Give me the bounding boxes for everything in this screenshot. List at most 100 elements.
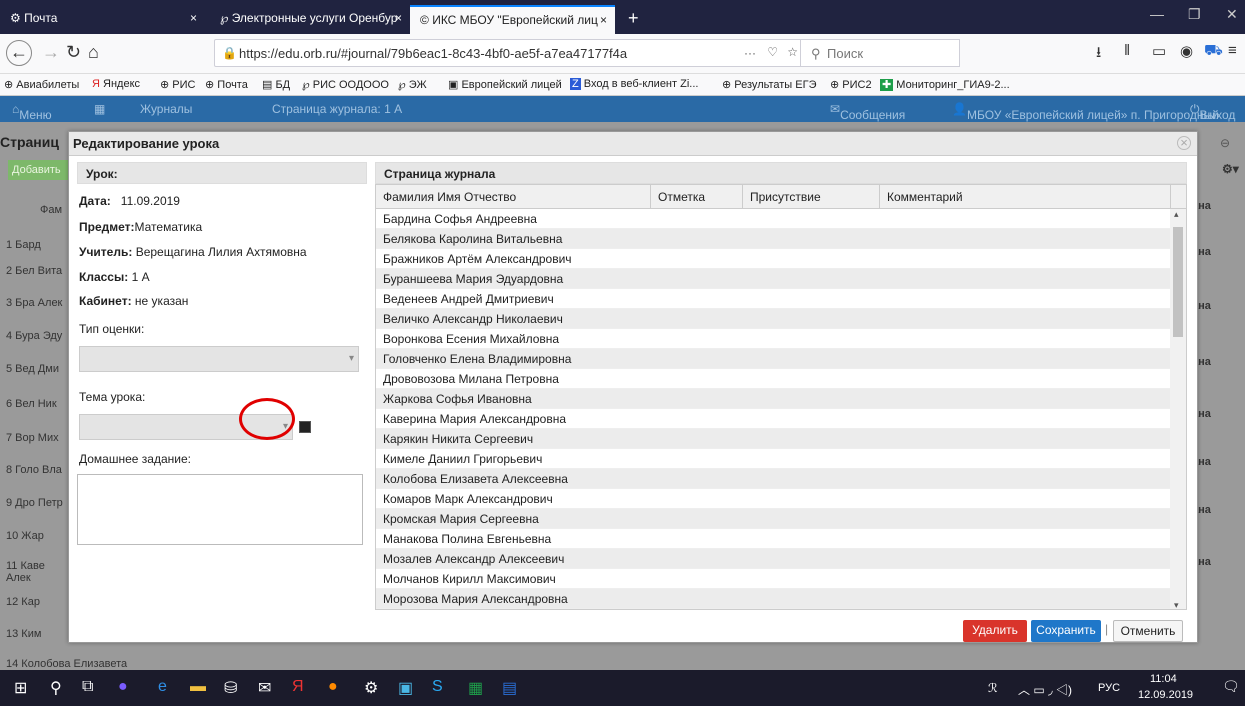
back-icon[interactable]: ← [6,40,32,66]
bookmark-item[interactable]: ⊕ Результаты ЕГЭ [722,78,816,91]
explorer-icon[interactable]: ▬ [190,678,206,696]
language-indicator[interactable]: РУС [1098,682,1120,694]
bookmark-item[interactable]: ⊕ РИС2 [830,78,872,91]
table-row[interactable]: Дрововозова Милана Петровна [376,369,1171,389]
homework-textarea[interactable] [77,474,363,545]
home-icon[interactable]: ⌂ [88,42,99,63]
bookmark-item[interactable]: ▤ БД [262,78,290,91]
table-row[interactable]: Колобова Елизавета Алексеевна [376,469,1171,489]
pocket-icon[interactable]: ♡ [767,45,778,59]
app-icon[interactable]: ▣ [398,678,413,698]
cart-icon[interactable]: ⛟ [1204,42,1223,61]
library-icon[interactable]: ‖ [1124,42,1130,59]
column-header[interactable]: Присутствие [743,185,880,209]
logout-link[interactable]: ⏻ Выход [1190,102,1235,122]
chevron-up-icon[interactable]: ▴ [1174,209,1179,220]
mail-icon[interactable]: ✉ [258,678,271,698]
word-icon[interactable]: ▤ [502,678,517,698]
column-header[interactable]: Комментарий [880,185,1171,209]
bookmark-item[interactable]: Z Вход в веб-клиент Zi... [570,78,698,90]
reload-icon[interactable]: ↻ [66,42,81,63]
column-header[interactable]: Отметка [651,185,743,209]
collapse-icon[interactable]: ⊖ [1220,136,1230,150]
star-icon[interactable]: ☆ [787,45,798,59]
table-row[interactable]: Молчанов Кирилл Максимович [376,569,1171,589]
table-row[interactable]: Белякова Каролина Витальевна [376,229,1171,249]
edge-icon[interactable]: e [158,678,167,696]
table-row[interactable]: Величко Александр Николаевич [376,309,1171,329]
table-row[interactable]: Кромская Мария Сергеевна [376,509,1171,529]
alice-icon[interactable]: ● [118,678,128,696]
scrollbar[interactable]: ▴ ▾ [1170,209,1186,609]
table-row[interactable]: Манакова Полина Евгеньевна [376,529,1171,549]
close-icon[interactable]: × [600,7,607,34]
url-bar[interactable]: 🔒 https://edu.orb.ru/#journal/79b6eac1-8… [214,39,809,67]
table-row[interactable]: Кимеле Даниил Григорьевич [376,449,1171,469]
tab-eservices[interactable]: ℘ Электронные услуги Оренбур × [210,5,410,34]
windows-icon[interactable]: ⊞ [14,678,27,698]
table-row[interactable]: Комаров Марк Александрович [376,489,1171,509]
search-input[interactable]: ⚲ Поиск [800,39,960,67]
table-row[interactable]: Бардина Софья Андреевна [376,209,1171,229]
grid-icon[interactable]: ▦ [94,102,105,116]
bookmark-item[interactable]: ⊕ РИС [160,78,195,91]
org-link[interactable]: 👤 МБОУ «Европейский лицей» п. Пригородны… [952,102,1219,122]
close-icon[interactable]: × [1177,136,1191,150]
clock-time[interactable]: 11:04 [1150,673,1177,685]
firefox-icon[interactable]: ● [328,678,338,696]
excel-icon[interactable]: ▦ [468,678,483,698]
clock-date[interactable]: 12.09.2019 [1138,689,1193,701]
table-row[interactable]: Бураншеева Мария Эдуардовна [376,269,1171,289]
table-row[interactable]: Бражников Артём Александрович [376,249,1171,269]
skype-icon[interactable]: S [432,678,443,696]
tab-iks-active[interactable]: © ИКС МБОУ "Европейский лиц × [410,5,615,34]
page-actions-icon[interactable]: ··· [744,46,756,60]
search-icon[interactable]: ⚲ [50,678,62,698]
maximize-icon[interactable]: ❐ [1188,6,1201,23]
extension-icon[interactable]: ◉ [1180,42,1193,60]
grade-type-select[interactable]: ▾ [79,346,359,372]
column-header[interactable]: Фамилия Имя Отчество [376,185,651,209]
table-row[interactable]: Морозова Мария Александровна [376,589,1171,609]
forward-icon[interactable]: → [42,42,60,63]
menu-link[interactable]: ⌂ Меню [12,102,52,122]
delete-button[interactable]: Удалить [963,620,1027,642]
cancel-button[interactable]: Отменить [1113,620,1183,642]
table-row[interactable]: Мозалев Александр Алексеевич [376,549,1171,569]
bookmark-item[interactable]: ✚ Мониторинг_ГИА9-2... [880,78,1010,91]
journals-link[interactable]: Журналы [140,102,192,116]
table-row[interactable]: Каверина Мария Александровна [376,409,1171,429]
minimize-icon[interactable]: — [1150,6,1164,22]
scrollbar-thumb[interactable] [1173,227,1183,337]
new-tab-button[interactable]: + [620,5,650,34]
table-row[interactable]: Жаркова Софья Ивановна [376,389,1171,409]
download-icon[interactable]: ⭳ [1096,42,1101,67]
yandex-icon[interactable]: Я [292,678,304,696]
sidebar-icon[interactable]: ▭ [1152,42,1166,60]
table-row[interactable]: Головченко Елена Владимировна [376,349,1171,369]
bookmark-item[interactable]: ℘ РИС ООДООО [302,78,389,91]
close-window-icon[interactable]: ✕ [1226,6,1238,23]
bookmark-item[interactable]: ⊕ Авиабилеты [4,78,79,91]
tab-mail[interactable]: ⚙ Почта × [0,5,205,34]
close-icon[interactable]: × [190,5,197,32]
save-button[interactable]: Сохранить [1031,620,1101,642]
table-row[interactable]: Карякин Никита Сергеевич [376,429,1171,449]
bookmark-item[interactable]: ⊕ Почта [205,78,248,91]
chevron-down-icon[interactable]: ▾ [1174,600,1179,609]
tray-icons[interactable]: ︿ ▭ ◞ ◁) [1018,681,1072,698]
bookmark-item[interactable]: ▣ Европейский лицей [448,78,562,91]
task-view-icon[interactable]: ⧉ [82,678,93,696]
bookmark-item[interactable]: Я Яндекс [92,78,140,90]
notification-icon[interactable]: 🗨 [1222,678,1240,695]
people-icon[interactable]: ℛ [988,681,998,695]
close-icon[interactable]: × [395,5,402,32]
book-icon[interactable] [299,421,311,433]
messages-link[interactable]: ✉ Сообщения [830,102,905,122]
table-row[interactable]: Воронкова Есения Михайловна [376,329,1171,349]
bookmark-item[interactable]: ℘ ЭЖ [398,78,427,91]
menu-icon[interactable]: ≡ [1228,42,1237,59]
table-row[interactable]: Веденеев Андрей Дмитриевич [376,289,1171,309]
store-icon[interactable]: ⛁ [224,678,237,698]
settings-icon[interactable]: ⚙ [364,678,378,698]
